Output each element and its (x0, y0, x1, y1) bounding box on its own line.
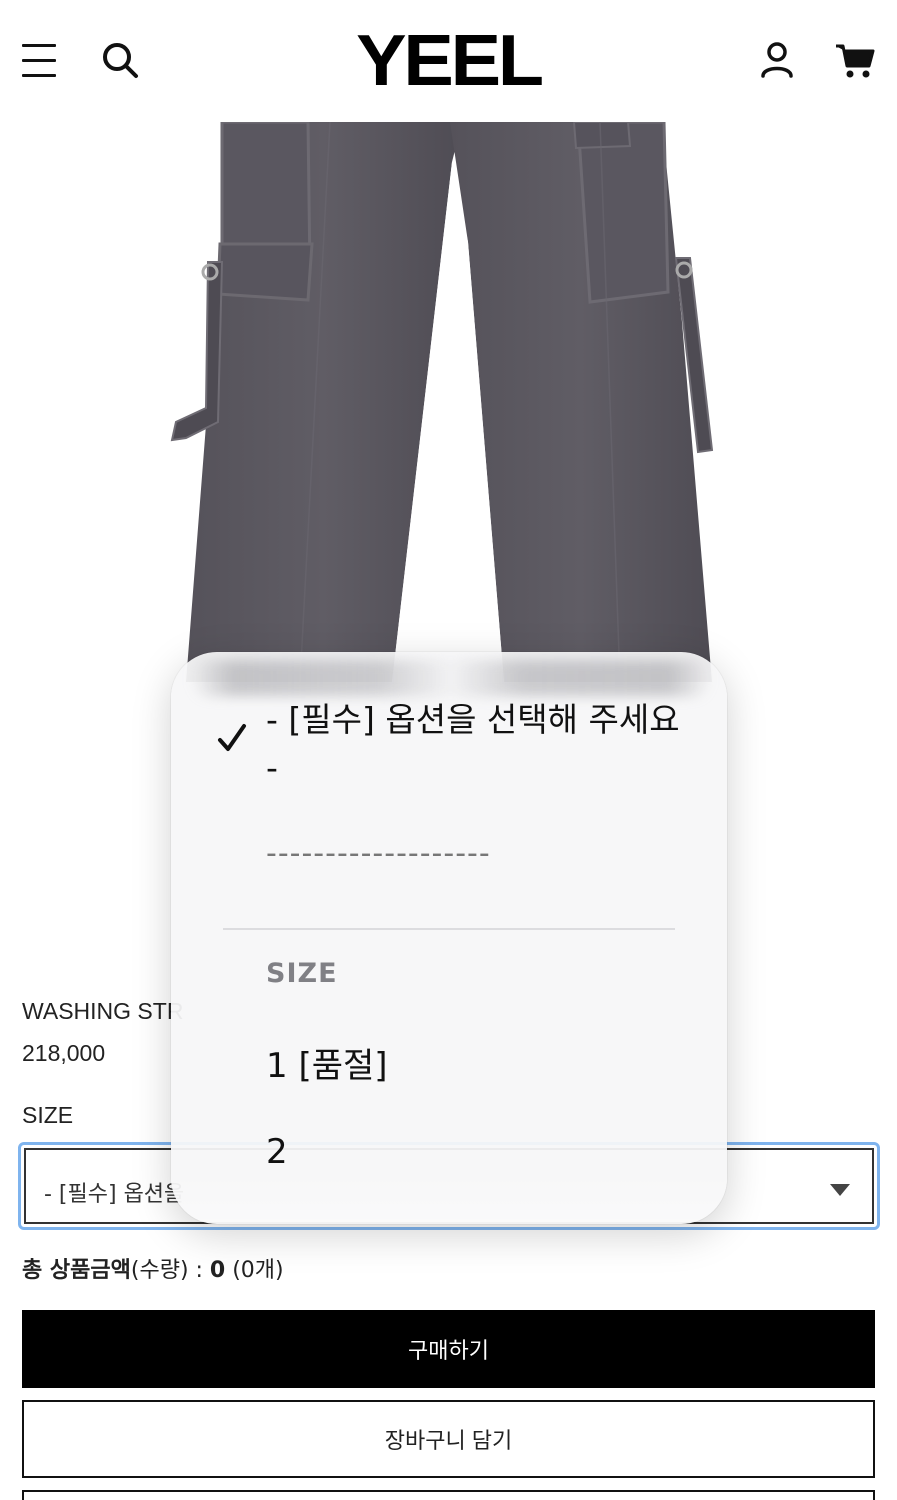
product-image (0, 122, 897, 682)
option-size-2[interactable]: 2 (266, 1132, 288, 1172)
total-label: 총 상품금액 (22, 1258, 131, 1283)
total-price-row: 총 상품금액(수량) : 0 (0개) (22, 1252, 284, 1284)
popover-separator (223, 928, 675, 930)
total-qty-label: (수량) : (130, 1258, 210, 1283)
add-to-cart-button[interactable]: 장바구니 담기 (22, 1400, 875, 1478)
size-select-value: - [필수] 옵션을 (44, 1182, 185, 1207)
user-icon[interactable] (758, 40, 796, 80)
site-header: YEEL (0, 0, 897, 122)
total-count: (0개) (225, 1258, 284, 1283)
wishlist-button[interactable] (22, 1490, 875, 1500)
option-placeholder[interactable]: - [필수] 옵션을 선택해 주세요 - (266, 696, 686, 792)
checkmark-icon (218, 724, 246, 751)
option-divider[interactable]: ------------------- (266, 836, 491, 871)
option-group-label: SIZE (266, 958, 338, 989)
product-price: 218,000 (22, 1040, 106, 1066)
total-amount: 0 (209, 1258, 226, 1283)
size-label: SIZE (22, 1102, 74, 1128)
popover-backdrop-blur (191, 660, 711, 696)
chevron-down-icon (830, 1184, 850, 1196)
product-name: WASHING STR (22, 998, 184, 1024)
option-size-1[interactable]: 1 [품절] (266, 1038, 388, 1087)
buy-button[interactable]: 구매하기 (22, 1310, 875, 1388)
popover-bottom-fade (171, 1172, 727, 1224)
cart-icon[interactable] (834, 40, 876, 80)
option-dropdown-popover: - [필수] 옵션을 선택해 주세요 - -------------------… (171, 652, 727, 1224)
